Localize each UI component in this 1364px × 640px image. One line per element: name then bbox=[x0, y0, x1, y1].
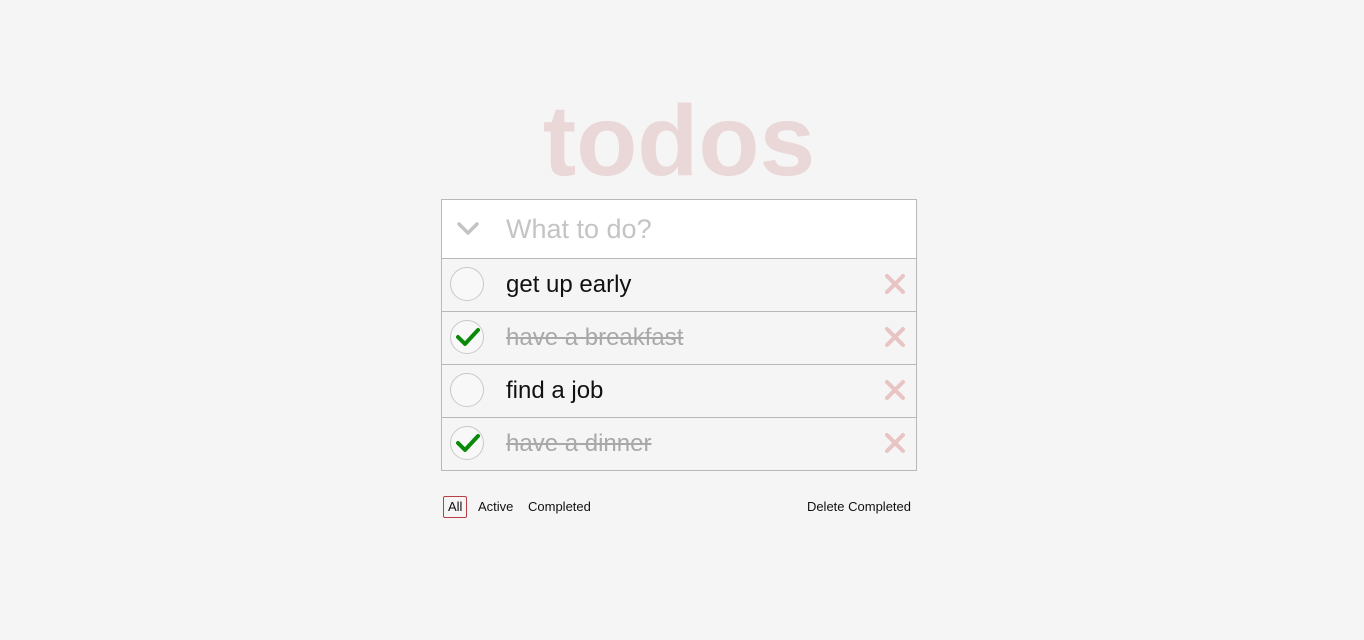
check-icon bbox=[456, 434, 480, 452]
toggle-checkbox[interactable] bbox=[450, 373, 484, 407]
toggle-checkbox[interactable] bbox=[450, 320, 484, 354]
filter-completed[interactable]: Completed bbox=[523, 496, 596, 518]
app-title: todos bbox=[542, 85, 816, 197]
todo-item: find a job bbox=[442, 365, 916, 418]
toggle-checkbox[interactable] bbox=[450, 267, 484, 301]
todo-label[interactable]: find a job bbox=[506, 377, 603, 405]
new-todo-input[interactable] bbox=[506, 208, 896, 250]
todo-label[interactable]: have a breakfast bbox=[506, 324, 683, 352]
close-icon[interactable] bbox=[884, 326, 906, 348]
filter-all[interactable]: All bbox=[443, 496, 468, 518]
delete-completed-button[interactable]: Delete Completed bbox=[807, 496, 911, 518]
todo-item: have a breakfast bbox=[442, 312, 916, 365]
toggle-checkbox[interactable] bbox=[450, 426, 484, 460]
todo-item: get up early bbox=[442, 259, 916, 312]
chevron-down-icon[interactable] bbox=[456, 219, 480, 239]
todo-item: have a dinner bbox=[442, 418, 916, 470]
close-icon[interactable] bbox=[884, 379, 906, 401]
todo-label[interactable]: have a dinner bbox=[506, 430, 651, 458]
todo-label[interactable]: get up early bbox=[506, 271, 631, 299]
close-icon[interactable] bbox=[884, 273, 906, 295]
close-icon[interactable] bbox=[884, 432, 906, 454]
check-icon bbox=[456, 328, 480, 346]
new-todo-row bbox=[442, 200, 916, 259]
todo-footer: All Active Completed Delete Completed bbox=[441, 496, 917, 520]
todo-list-panel: get up early have a breakfast find a job bbox=[441, 199, 917, 471]
filter-active[interactable]: Active bbox=[473, 496, 518, 518]
